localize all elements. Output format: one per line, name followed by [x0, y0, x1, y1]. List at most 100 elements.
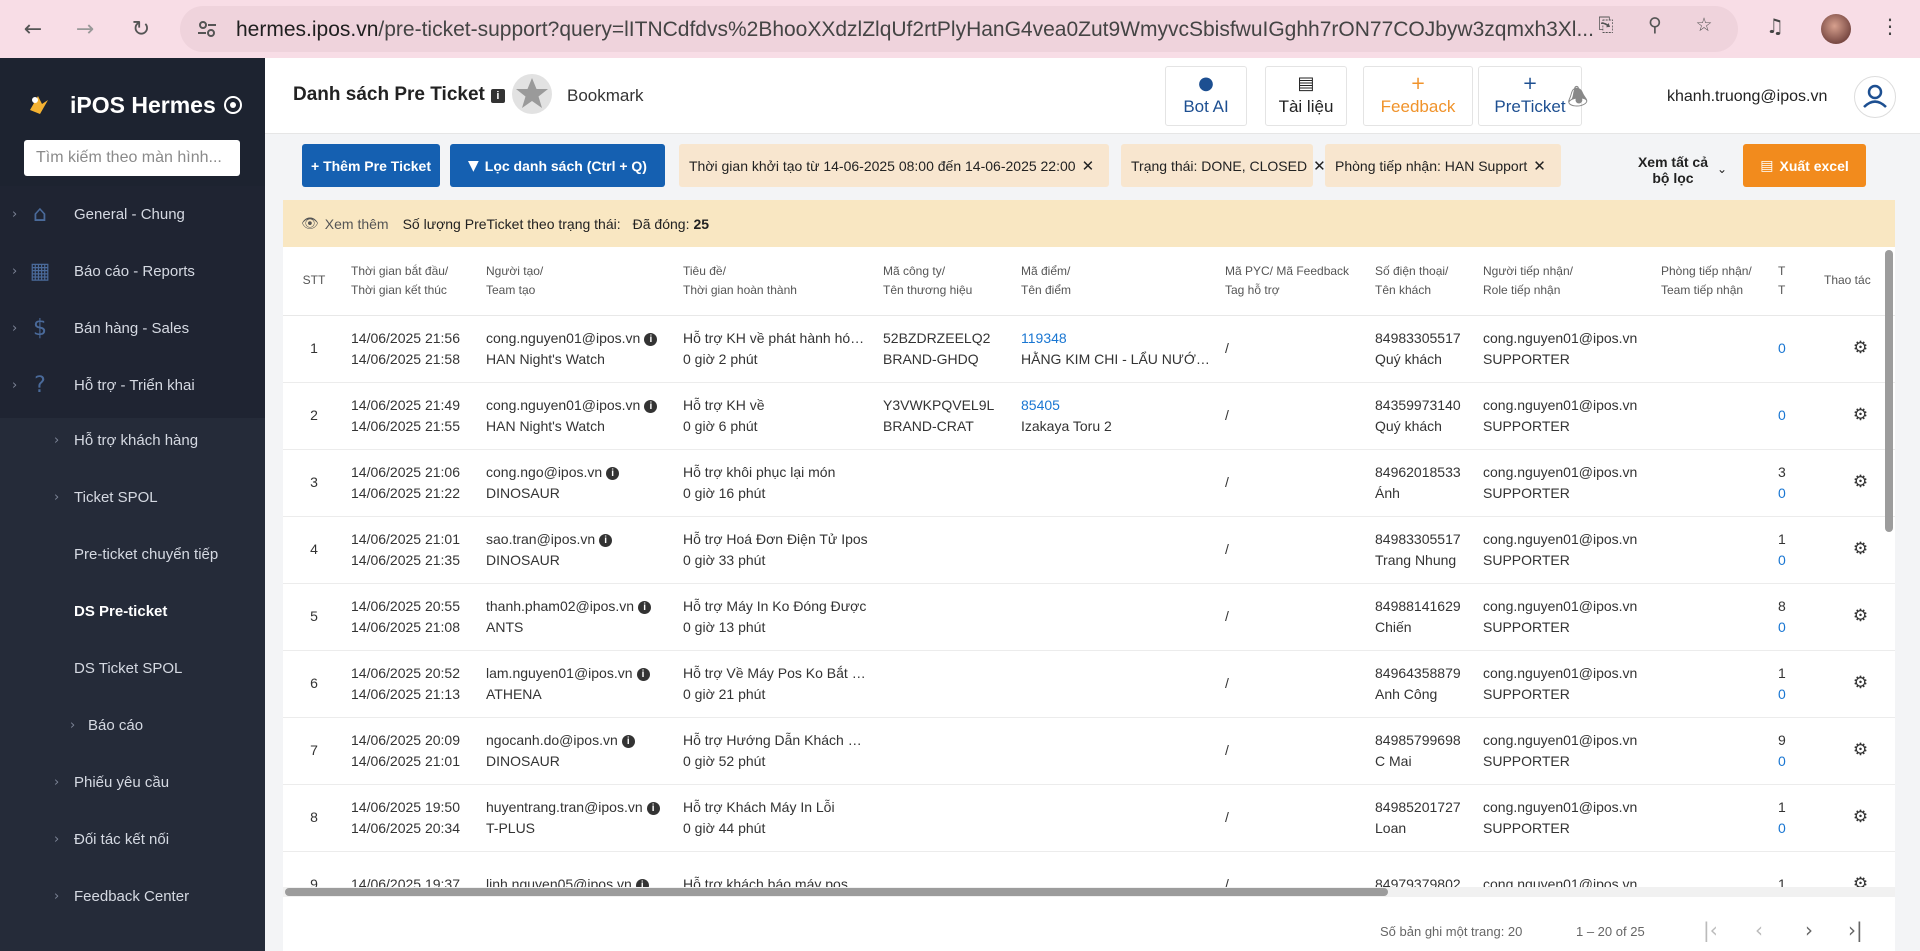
col-company[interactable]: Mã công ty/Tên thương hiệu — [877, 247, 1015, 316]
docs-button[interactable]: ▤ Tài liệu — [1265, 66, 1347, 126]
close-icon[interactable]: ✕ — [1082, 157, 1095, 175]
close-icon[interactable]: ✕ — [1313, 157, 1326, 175]
sidebar-item-general[interactable]: › ⌂ General - Chung — [0, 186, 265, 243]
install-app-icon[interactable]: ⎘ — [1594, 13, 1618, 37]
bell-icon[interactable]: 🕭 — [1567, 80, 1588, 121]
profile-avatar[interactable] — [1821, 14, 1851, 44]
eye-icon[interactable]: 👁 — [301, 216, 319, 232]
address-bar[interactable]: hermes.ipos.vn/pre-ticket-support?query=… — [180, 6, 1738, 52]
table-row[interactable]: 2 14/06/2025 21:49 14/06/2025 21:55 cong.ng… — [283, 382, 1895, 450]
sidebar-item-customer-support[interactable]: › Hỗ trợ khách hàng — [0, 412, 265, 469]
info-icon[interactable]: i — [644, 399, 658, 413]
col-store[interactable]: Mã điểm/Tên điểm — [1015, 247, 1219, 316]
rows-per-page[interactable]: Số bản ghi một trang: 20 — [1380, 924, 1522, 939]
table-row[interactable]: 9 14/06/2025 19:37 linh.nguyen05@ipos.vn i H… — [283, 851, 1895, 887]
info-icon[interactable]: i — [644, 332, 658, 346]
col-creator[interactable]: Người tạo/Team tạo — [480, 247, 677, 316]
menu-icon[interactable]: ⋮ — [1880, 14, 1900, 38]
vertical-scrollbar[interactable] — [1884, 250, 1894, 910]
table-row[interactable]: 5 14/06/2025 20:55 14/06/2025 21:08 thanh.p… — [283, 583, 1895, 651]
forward-icon[interactable]: → — [68, 12, 102, 46]
home-icon: ⌂ — [33, 202, 47, 227]
table-row[interactable]: 7 14/06/2025 20:09 14/06/2025 21:01 ngocanh… — [283, 717, 1895, 785]
sidebar-item-ticket-spol[interactable]: › Ticket SPOL — [0, 469, 265, 526]
col-phone[interactable]: Số điện thoại/Tên khách — [1369, 247, 1477, 316]
sidebar-item-feedback-center[interactable]: › Feedback Center — [0, 868, 265, 925]
reload-icon[interactable]: ↻ — [124, 12, 158, 46]
col-extra[interactable]: TT — [1772, 247, 1818, 316]
table-scroll-area[interactable]: STT Thời gian bắt đầu/Thời gian kết thúc… — [283, 247, 1895, 887]
table-row[interactable]: 1 14/06/2025 21:56 14/06/2025 21:58 cong.ng… — [283, 315, 1895, 383]
cell-subject[interactable]: Hỗ trợ Hoá Đơn Điện Tử Ipos 0 giờ 33 phút — [677, 516, 877, 584]
info-icon[interactable]: i — [638, 600, 652, 614]
cell-subject[interactable]: Hỗ trợ KH về phát hành hóa đơn 0 giờ 2 ph… — [677, 315, 877, 383]
next-page-icon[interactable]: › — [1805, 918, 1813, 942]
sidebar-item-bao-cao[interactable]: › Báo cáo — [0, 697, 265, 754]
filter-list-button[interactable]: ▼ Lọc danh sách (Ctrl + Q) — [450, 144, 665, 187]
store-code-link[interactable]: 119348 — [1021, 328, 1213, 349]
brand[interactable]: iPOS Hermes — [24, 90, 242, 120]
first-page-icon[interactable]: |‹ — [1703, 918, 1718, 942]
cell-subject[interactable]: Hỗ trợ khôi phục lại món 0 giờ 16 phút — [677, 449, 877, 517]
col-subject[interactable]: Tiêu đề/Thời gian hoàn thành — [677, 247, 877, 316]
zoom-icon[interactable]: ⚲ — [1643, 13, 1667, 37]
info-icon[interactable]: i — [635, 879, 649, 887]
store-code-link[interactable]: 85405 — [1021, 395, 1213, 416]
col-dept[interactable]: Phòng tiếp nhận/Team tiếp nhận — [1655, 247, 1772, 316]
sidebar-item-reports[interactable]: › ▦ Báo cáo - Reports — [0, 243, 265, 300]
export-excel-button[interactable]: ▤ Xuất excel — [1743, 144, 1866, 187]
sidebar-item-ds-preticket[interactable]: DS Pre-ticket — [0, 583, 265, 640]
cell-subject[interactable]: Hỗ trợ Khách Máy In Lỗi 0 giờ 44 phút — [677, 784, 877, 852]
filter-chip-status[interactable]: Trạng thái: DONE, CLOSED ✕ — [1121, 144, 1326, 187]
bookmark-star-icon[interactable] — [510, 72, 554, 116]
table-row[interactable]: 3 14/06/2025 21:06 14/06/2025 21:22 cong.ng… — [283, 449, 1895, 517]
add-preticket-button[interactable]: + Thêm Pre Ticket — [302, 144, 440, 187]
prev-page-icon[interactable]: ‹ — [1755, 918, 1763, 942]
cell-subject[interactable]: Hỗ trợ Máy In Ko Đóng Được 0 giờ 13 phút — [677, 583, 877, 651]
info-icon[interactable]: i — [646, 801, 660, 815]
sidebar-item-preticket-forward[interactable]: Pre-ticket chuyển tiếp — [0, 526, 265, 583]
info-icon[interactable]: i — [636, 667, 650, 681]
back-icon[interactable]: ← — [16, 12, 50, 46]
cell-creator: lam.nguyen01@ipos.vn i ATHENA — [480, 650, 677, 718]
filter-chip-dept[interactable]: Phòng tiếp nhận: HAN Support ✕ — [1325, 144, 1561, 187]
cell-subject[interactable]: Hỗ trợ Hướng Dẫn Khách Hàng 0 giờ 52 phút — [677, 717, 877, 785]
user-avatar-icon[interactable] — [1854, 76, 1896, 118]
bot-ai-button[interactable]: ● Bot AI — [1165, 66, 1247, 126]
col-receiver[interactable]: Người tiếp nhận/Role tiếp nhận — [1477, 247, 1655, 316]
feedback-button[interactable]: + Feedback — [1363, 66, 1473, 126]
see-more-link[interactable]: Xem thêm — [325, 216, 389, 232]
cell-subject[interactable]: Hỗ trợ KH về 0 giờ 6 phút — [677, 382, 877, 450]
star-icon[interactable]: ☆ — [1692, 13, 1716, 37]
table-row[interactable]: 8 14/06/2025 19:50 14/06/2025 20:34 huyentr… — [283, 784, 1895, 852]
table-row[interactable]: 6 14/06/2025 20:52 14/06/2025 21:13 lam.ngu… — [283, 650, 1895, 718]
media-control-icon[interactable]: ♫ — [1766, 14, 1784, 38]
col-pyc[interactable]: Mã PYC/ Mã Feedback Tag hỗ trợ — [1219, 247, 1369, 316]
sidebar-search-input[interactable] — [24, 140, 240, 176]
cell-subject[interactable]: Hỗ trợ khách báo máy pos — [677, 851, 877, 887]
site-settings-icon[interactable] — [196, 18, 218, 40]
cell-time: 14/06/2025 21:01 14/06/2025 21:35 — [345, 516, 480, 584]
info-icon[interactable]: i — [490, 89, 505, 103]
radio-icon[interactable] — [224, 96, 242, 114]
sidebar-item-request-form[interactable]: › Phiếu yêu cầu — [0, 754, 265, 811]
table-row[interactable]: 4 14/06/2025 21:01 14/06/2025 21:35 sao.tra… — [283, 516, 1895, 584]
info-icon[interactable]: i — [599, 533, 613, 547]
close-icon[interactable]: ✕ — [1533, 157, 1546, 175]
user-email[interactable]: khanh.truong@ipos.vn — [1667, 88, 1827, 106]
sidebar-item-label: Pre-ticket chuyển tiếp — [74, 546, 219, 563]
col-time[interactable]: Thời gian bắt đầu/Thời gian kết thúc — [345, 247, 480, 316]
cell-subject[interactable]: Hỗ trợ Về Máy Pos Ko Bắt Được 0 giờ 21 ph… — [677, 650, 877, 718]
bookmark-label[interactable]: Bookmark — [567, 86, 644, 106]
info-icon[interactable]: i — [606, 466, 620, 480]
last-page-icon[interactable]: ›| — [1848, 918, 1863, 942]
sidebar-item-partners[interactable]: › Đối tác kết nối — [0, 811, 265, 868]
see-all-filters-button[interactable]: Xem tất cả bộ lọc — [1633, 154, 1713, 186]
sidebar-item-sales[interactable]: › $ Bán hàng - Sales — [0, 300, 265, 357]
horizontal-scrollbar[interactable] — [283, 887, 1895, 897]
sidebar-item-support[interactable]: › ? Hỗ trợ - Triển khai — [0, 357, 265, 414]
filter-chip-time[interactable]: Thời gian khởi tạo từ 14-06-2025 08:00 đ… — [679, 144, 1109, 187]
info-icon[interactable]: i — [621, 734, 635, 748]
sidebar-item-ds-ticket-spol[interactable]: DS Ticket SPOL — [0, 640, 265, 697]
chevron-down-icon[interactable]: ⌄ — [1717, 162, 1727, 176]
